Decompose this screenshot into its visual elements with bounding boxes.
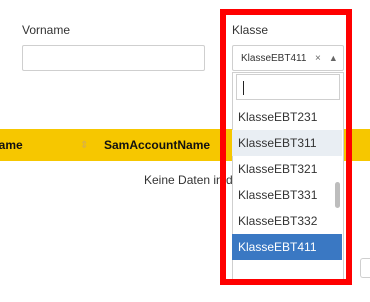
dropdown-option[interactable]: KlasseEBT311 [232,130,342,156]
partial-button[interactable] [360,258,370,278]
clear-icon[interactable]: × [315,53,321,64]
dropdown-option[interactable]: KlasseEBT331 [232,182,342,208]
dropdown-option-selected[interactable]: KlasseEBT411 [232,234,342,260]
dropdown-options: KlasseEBT231 KlasseEBT311 KlasseEBT321 K… [232,104,342,282]
klasse-selected-value: KlasseEBT411 [241,52,307,64]
column-header-name[interactable]: Name [0,138,23,152]
chevron-up-icon[interactable]: ▲ [329,53,338,63]
vorname-label: Vorname [22,23,71,37]
dropdown-search-input[interactable] [236,74,340,100]
column-header-samaccountname[interactable]: SamAccountName [104,138,210,152]
dropdown-option[interactable]: KlasseEBT321 [232,156,342,182]
vorname-input[interactable] [22,45,205,71]
dropdown-option[interactable]: KlasseEBT332 [232,208,342,234]
dropdown-scrollbar[interactable] [335,182,340,208]
klasse-label: Klasse [232,23,269,37]
text-caret [243,81,244,95]
sort-icon[interactable]: ⇕ [80,140,88,151]
dropdown-option[interactable]: KlasseEBT231 [232,104,342,130]
klasse-select[interactable]: KlasseEBT411 × ▲ [232,45,344,71]
